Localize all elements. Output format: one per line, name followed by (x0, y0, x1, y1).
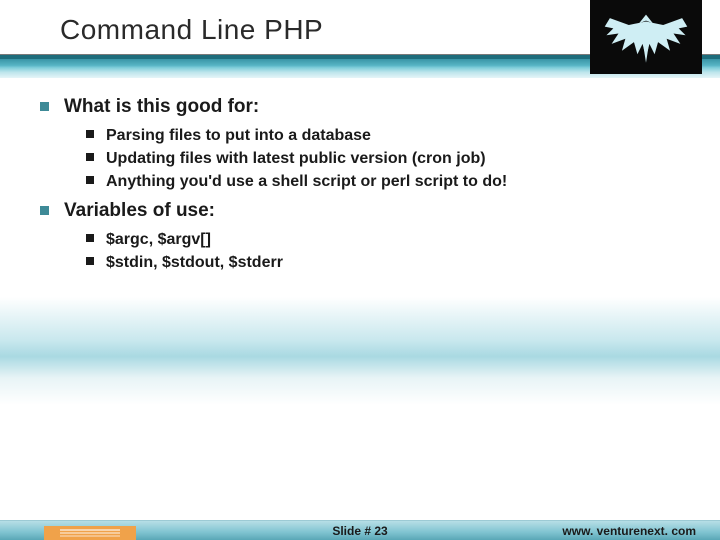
eagle-icon (603, 9, 689, 65)
sub-item: $argc, $argv[] (64, 228, 690, 251)
sub-list: Parsing files to put into a database Upd… (64, 124, 690, 194)
bullet-label: What is this good for: (64, 96, 259, 117)
slide: Command Line PHP What is this good for: … (0, 0, 720, 540)
bullet-label: Variables of use: (64, 200, 215, 221)
bullet-list: What is this good for: Parsing files to … (38, 96, 690, 274)
header: Command Line PHP (0, 0, 720, 86)
sub-item: Parsing files to put into a database (64, 124, 690, 147)
slide-title: Command Line PHP (60, 14, 323, 46)
footer-url: www. venturenext. com (562, 524, 696, 538)
footer: Slide # 23 www. venturenext. com (0, 520, 720, 540)
bullet-item: Variables of use: $argc, $argv[] $stdin,… (38, 200, 690, 274)
bullet-item: What is this good for: Parsing files to … (38, 96, 690, 194)
sub-item: $stdin, $stdout, $stderr (64, 251, 690, 274)
content: What is this good for: Parsing files to … (38, 96, 690, 280)
slide-number: Slide # 23 (332, 524, 387, 538)
footer-accent (44, 526, 136, 540)
sub-item: Updating files with latest public versio… (64, 147, 690, 170)
logo (590, 0, 702, 74)
sub-item: Anything you'd use a shell script or per… (64, 170, 690, 193)
sub-list: $argc, $argv[] $stdin, $stdout, $stderr (64, 228, 690, 274)
